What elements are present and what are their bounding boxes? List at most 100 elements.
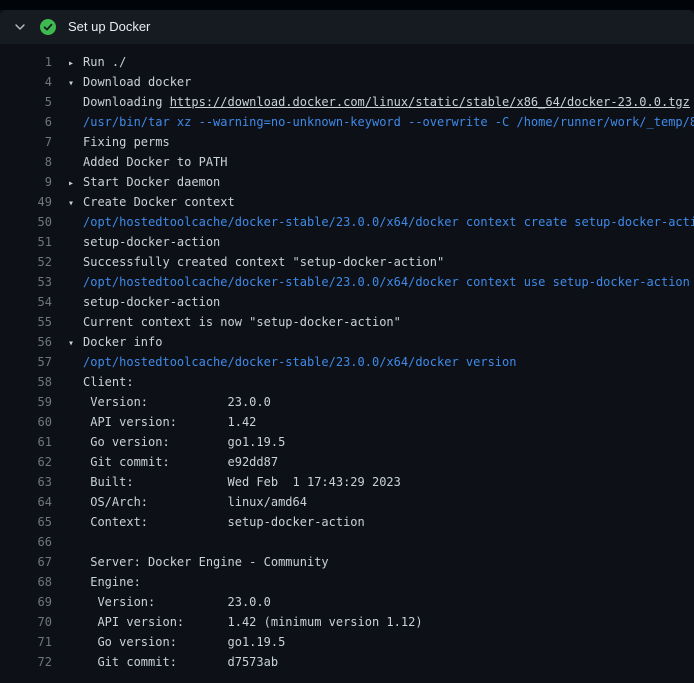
line-number[interactable]: 65 bbox=[0, 512, 52, 532]
line-number[interactable]: 72 bbox=[0, 652, 52, 672]
log-group-row[interactable]: 56▾Docker info bbox=[0, 332, 694, 352]
log-line: 69 Version: 23.0.0 bbox=[0, 592, 694, 612]
line-content: Built: Wed Feb 1 17:43:29 2023 bbox=[52, 472, 401, 492]
group-collapsed-triangle-icon: ▸ bbox=[68, 174, 83, 192]
log-text: Built: Wed Feb 1 17:43:29 2023 bbox=[83, 475, 401, 489]
line-number[interactable]: 64 bbox=[0, 492, 52, 512]
log-line: 72 Git commit: d7573ab bbox=[0, 652, 694, 672]
line-content: OS/Arch: linux/amd64 bbox=[52, 492, 307, 512]
line-content: /opt/hostedtoolcache/docker-stable/23.0.… bbox=[52, 272, 690, 292]
line-number[interactable]: 52 bbox=[0, 252, 52, 272]
line-content: ▾Download docker bbox=[52, 72, 191, 92]
line-number[interactable]: 1 bbox=[0, 52, 52, 72]
line-content: Go version: go1.19.5 bbox=[52, 432, 285, 452]
log-text: setup-docker-action bbox=[83, 295, 220, 309]
line-number[interactable]: 60 bbox=[0, 412, 52, 432]
log-text: Go version: go1.19.5 bbox=[83, 635, 285, 649]
log-line: 63 Built: Wed Feb 1 17:43:29 2023 bbox=[0, 472, 694, 492]
line-content: Version: 23.0.0 bbox=[52, 592, 271, 612]
line-content: /usr/bin/tar xz --warning=no-unknown-key… bbox=[52, 112, 694, 132]
success-check-circle-icon bbox=[40, 19, 56, 35]
line-content: setup-docker-action bbox=[52, 232, 220, 252]
line-content: Git commit: e92dd87 bbox=[52, 452, 278, 472]
log-line: 61 Go version: go1.19.5 bbox=[0, 432, 694, 452]
log-lines: 1▸Run ./4▾Download docker5Downloading ht… bbox=[0, 52, 694, 672]
line-content: Version: 23.0.0 bbox=[52, 392, 271, 412]
line-number[interactable]: 57 bbox=[0, 352, 52, 372]
line-content: Current context is now "setup-docker-act… bbox=[52, 312, 401, 332]
line-content: /opt/hostedtoolcache/docker-stable/23.0.… bbox=[52, 212, 694, 232]
line-number[interactable]: 5 bbox=[0, 92, 52, 112]
line-number[interactable]: 68 bbox=[0, 572, 52, 592]
line-content: API version: 1.42 bbox=[52, 412, 256, 432]
step-header[interactable]: Set up Docker bbox=[0, 10, 694, 44]
log-viewer: 1▸Run ./4▾Download docker5Downloading ht… bbox=[0, 44, 694, 672]
log-line: 70 API version: 1.42 (minimum version 1.… bbox=[0, 612, 694, 632]
line-number[interactable]: 66 bbox=[0, 532, 52, 552]
line-number[interactable]: 8 bbox=[0, 152, 52, 172]
log-line: 8 Added Docker to PATH bbox=[0, 152, 694, 172]
line-number[interactable]: 61 bbox=[0, 432, 52, 452]
line-content: ▸Run ./ bbox=[52, 52, 126, 72]
log-line: 64 OS/Arch: linux/amd64 bbox=[0, 492, 694, 512]
line-content: ▸Start Docker daemon bbox=[52, 172, 220, 192]
line-content: ▾Docker info bbox=[52, 332, 162, 352]
line-content: Fixing perms bbox=[52, 132, 170, 152]
log-text: Version: 23.0.0 bbox=[83, 595, 271, 609]
log-line: 59 Version: 23.0.0 bbox=[0, 392, 694, 412]
line-content: Server: Docker Engine - Community bbox=[52, 552, 329, 572]
log-group-row[interactable]: 4▾Download docker bbox=[0, 72, 694, 92]
line-number[interactable]: 9 bbox=[0, 172, 52, 192]
line-content bbox=[52, 532, 83, 552]
line-number[interactable]: 56 bbox=[0, 332, 52, 352]
log-command-text: /opt/hostedtoolcache/docker-stable/23.0.… bbox=[83, 275, 690, 289]
log-url-link[interactable]: https://download.docker.com/linux/static… bbox=[170, 95, 690, 109]
log-line: 68 Engine: bbox=[0, 572, 694, 592]
line-number[interactable]: 67 bbox=[0, 552, 52, 572]
line-number[interactable]: 6 bbox=[0, 112, 52, 132]
line-content: API version: 1.42 (minimum version 1.12) bbox=[52, 612, 423, 632]
line-number[interactable]: 54 bbox=[0, 292, 52, 312]
log-text: Added Docker to PATH bbox=[83, 155, 228, 169]
line-number[interactable]: 58 bbox=[0, 372, 52, 392]
log-text: Context: setup-docker-action bbox=[83, 515, 365, 529]
log-text: Git commit: e92dd87 bbox=[83, 455, 278, 469]
line-number[interactable]: 71 bbox=[0, 632, 52, 652]
line-number[interactable]: 62 bbox=[0, 452, 52, 472]
log-text: API version: 1.42 bbox=[83, 415, 256, 429]
step-title: Set up Docker bbox=[68, 19, 150, 35]
line-number[interactable]: 51 bbox=[0, 232, 52, 252]
line-number[interactable]: 4 bbox=[0, 72, 52, 92]
log-group-row[interactable]: 49▾Create Docker context bbox=[0, 192, 694, 212]
log-command-text: /opt/hostedtoolcache/docker-stable/23.0.… bbox=[83, 215, 694, 229]
line-number[interactable]: 49 bbox=[0, 192, 52, 212]
log-text: setup-docker-action bbox=[83, 235, 220, 249]
log-line: 55Current context is now "setup-docker-a… bbox=[0, 312, 694, 332]
log-line: 71 Go version: go1.19.5 bbox=[0, 632, 694, 652]
line-number[interactable]: 70 bbox=[0, 612, 52, 632]
line-number[interactable]: 63 bbox=[0, 472, 52, 492]
page-top-gap bbox=[0, 0, 694, 10]
log-line: 6/usr/bin/tar xz --warning=no-unknown-ke… bbox=[0, 112, 694, 132]
line-number[interactable]: 7 bbox=[0, 132, 52, 152]
line-number[interactable]: 55 bbox=[0, 312, 52, 332]
line-number[interactable]: 53 bbox=[0, 272, 52, 292]
line-content: Git commit: d7573ab bbox=[52, 652, 278, 672]
log-text: Downloading bbox=[83, 95, 170, 109]
log-line: 51 setup-docker-action bbox=[0, 232, 694, 252]
chevron-down-icon[interactable] bbox=[12, 19, 28, 35]
log-line: 65 Context: setup-docker-action bbox=[0, 512, 694, 532]
log-line: 60 API version: 1.42 bbox=[0, 412, 694, 432]
line-content: Engine: bbox=[52, 572, 141, 592]
log-text: Go version: go1.19.5 bbox=[83, 435, 285, 449]
line-number[interactable]: 59 bbox=[0, 392, 52, 412]
line-content: ▾Create Docker context bbox=[52, 192, 235, 212]
log-group-row[interactable]: 9▸Start Docker daemon bbox=[0, 172, 694, 192]
log-group-row[interactable]: 1▸Run ./ bbox=[0, 52, 694, 72]
group-title: Run ./ bbox=[83, 55, 126, 69]
log-text: Successfully created context "setup-dock… bbox=[83, 255, 444, 269]
line-number[interactable]: 69 bbox=[0, 592, 52, 612]
line-number[interactable]: 50 bbox=[0, 212, 52, 232]
group-title: Download docker bbox=[83, 75, 191, 89]
line-content: Client: bbox=[52, 372, 134, 392]
